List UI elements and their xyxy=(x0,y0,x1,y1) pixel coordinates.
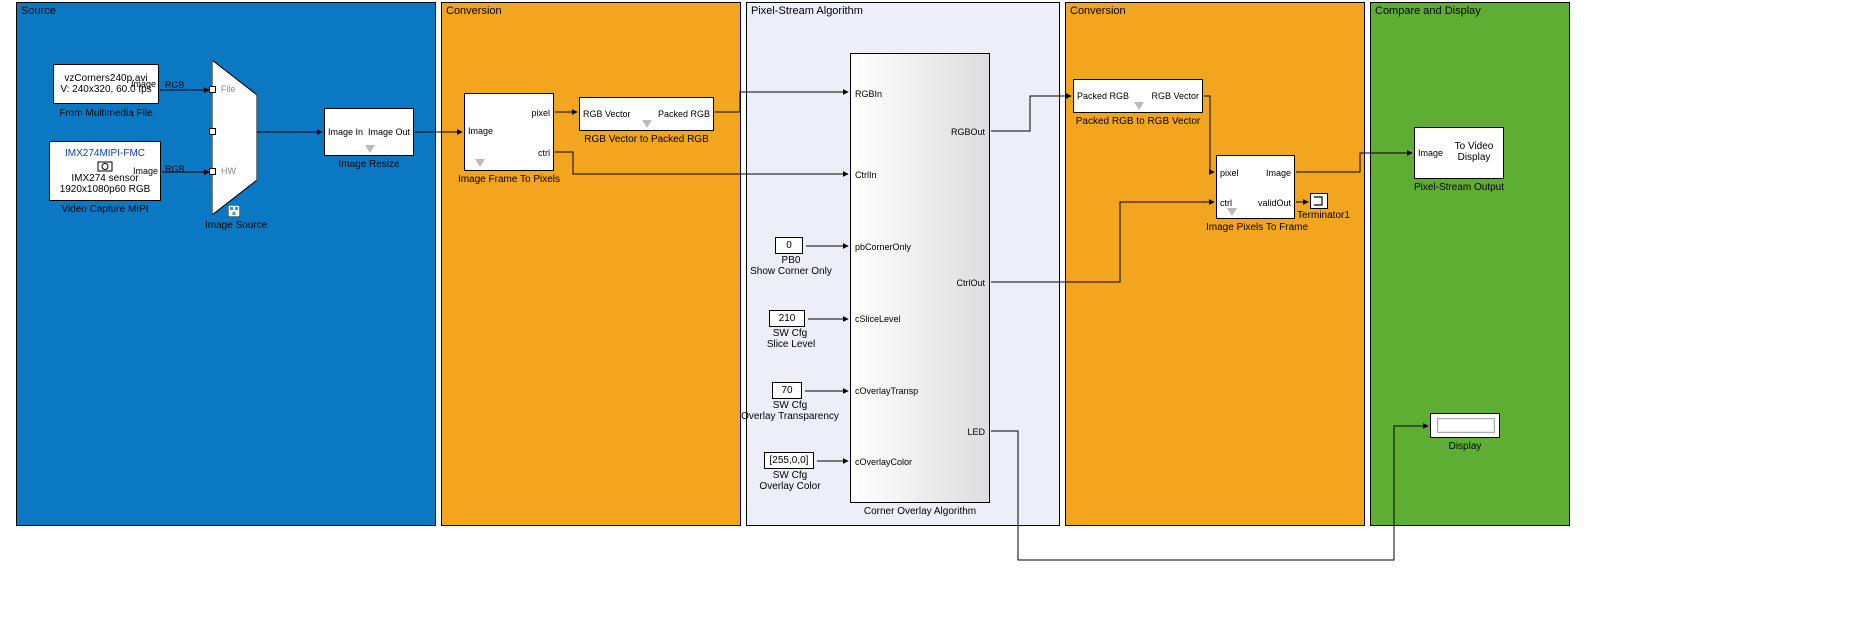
resize-caption: Image Resize xyxy=(324,159,414,170)
p2f-ctrl: ctrl xyxy=(1220,198,1232,208)
slice-cap2: Slice Level xyxy=(756,339,826,350)
rgb-vector-to-packed-block[interactable]: RGB Vector Packed RGB xyxy=(579,97,714,131)
region-conversion-1: Conversion xyxy=(441,2,741,526)
model-ref-icon xyxy=(228,205,240,217)
f2p-in-image: Image xyxy=(468,126,493,136)
tovideo-caption: Pixel-Stream Output xyxy=(1408,182,1510,193)
subsystem-arrow-icon xyxy=(1134,102,1144,110)
display-block[interactable] xyxy=(1430,413,1500,438)
resize-out: Image Out xyxy=(368,127,410,137)
algo-in-color: cOverlayColor xyxy=(855,457,912,467)
algo-out-ctrl: CtrlOut xyxy=(956,278,985,288)
algo-in-transp: cOverlayTransp xyxy=(855,386,918,396)
region-title-compare: Compare and Display xyxy=(1375,5,1481,17)
algo-caption: Corner Overlay Algorithm xyxy=(850,506,990,517)
mmfile-port-image: Image xyxy=(131,79,156,89)
switch-port-hw: HW xyxy=(221,166,236,176)
algo-out-rgb: RGBOut xyxy=(951,127,985,137)
rgbpack-caption: RGB Vector to Packed RGB xyxy=(579,134,714,145)
subsystem-arrow-icon xyxy=(475,159,485,167)
f2p-out-ctrl: ctrl xyxy=(538,148,550,158)
region-title-source: Source xyxy=(21,5,56,17)
pb0-constant[interactable]: 0 xyxy=(775,237,803,254)
subsystem-arrow-icon xyxy=(365,145,375,153)
transp-cap2: Overlay Transparency xyxy=(740,411,840,422)
image-frame-to-pixels-block[interactable]: Image pixel ctrl xyxy=(464,93,554,171)
mmfile-caption: From Multimedia File xyxy=(53,108,159,119)
camera-icon xyxy=(96,159,114,173)
corner-overlay-algorithm-block[interactable]: RGBIn CtrlIn pbCornerOnly cSliceLevel cO… xyxy=(850,53,990,503)
sig-rgb-1: RGB xyxy=(165,80,185,90)
color-cap2: Overlay Color xyxy=(752,481,828,492)
packed-rgb-to-rgb-vector-block[interactable]: Packed RGB RGB Vector xyxy=(1073,79,1203,113)
video-capture-mipi-block[interactable]: IMX274MIPI-FMC IMX274 sensor 1920x1080p6… xyxy=(49,141,161,201)
image-resize-block[interactable]: Image In Image Out xyxy=(324,108,414,156)
algo-in-rgb: RGBIn xyxy=(855,89,882,99)
algo-out-led: LED xyxy=(967,427,985,437)
from-multimedia-file-block[interactable]: vzCorners240p.avi V: 240x320, 60.0 fps I… xyxy=(53,64,159,104)
region-title-algo: Pixel-Stream Algorithm xyxy=(751,5,863,17)
slice-level-constant[interactable]: 210 xyxy=(769,310,805,327)
transp-cap1: SW Cfg xyxy=(760,400,820,411)
switch-port-file-dot xyxy=(209,86,216,93)
to-video-display-block[interactable]: Image To Video Display xyxy=(1414,127,1504,179)
tovideo-label: To Video Display xyxy=(1450,141,1498,163)
f2p-caption: Image Frame To Pixels xyxy=(454,174,564,185)
switch-center-dot xyxy=(209,128,216,135)
pb0-cap2: Show Corner Only xyxy=(746,266,836,277)
rgbpack-out: Packed RGB xyxy=(658,109,710,119)
region-title-conv2: Conversion xyxy=(1070,5,1126,17)
algo-in-ctrl: CtrlIn xyxy=(855,170,877,180)
color-cap1: SW Cfg xyxy=(760,470,820,481)
region-title-conv1: Conversion xyxy=(446,5,502,17)
subsystem-arrow-icon xyxy=(642,120,652,128)
p2f-image: Image xyxy=(1266,168,1291,178)
p2f-caption: Image Pixels To Frame xyxy=(1206,222,1306,233)
mipi-caption: Video Capture MIPI xyxy=(49,204,161,215)
algo-in-pb: pbCornerOnly xyxy=(855,242,911,252)
unpack-in: Packed RGB xyxy=(1077,91,1129,101)
image-source-switch-block[interactable]: File HW xyxy=(212,60,257,215)
pb0-cap1: PB0 xyxy=(756,255,826,266)
terminator-block[interactable] xyxy=(1310,193,1328,209)
switch-port-file: File xyxy=(221,84,236,94)
mipi-line3: 1920x1080p60 RGB xyxy=(60,184,151,195)
overlay-color-constant[interactable]: [255,0,0] xyxy=(764,452,814,469)
p2f-pixel: pixel xyxy=(1220,168,1239,178)
mipi-link[interactable]: IMX274MIPI-FMC xyxy=(65,148,145,159)
display-caption: Display xyxy=(1430,441,1500,452)
sig-rgb-2: RGB xyxy=(165,164,185,174)
slice-cap1: SW Cfg xyxy=(760,328,820,339)
switch-caption: Image Source xyxy=(205,220,265,231)
unpack-out: RGB Vector xyxy=(1151,91,1199,101)
subsystem-arrow-icon xyxy=(1227,208,1237,216)
switch-port-hw-dot xyxy=(209,168,216,175)
display-inner xyxy=(1437,418,1495,433)
rgbvec-in: RGB Vector xyxy=(583,109,631,119)
mipi-line2: IMX274 sensor xyxy=(71,173,138,184)
resize-in: Image In xyxy=(328,127,363,137)
mipi-port-image: Image xyxy=(133,166,158,176)
tovideo-port-image: Image xyxy=(1418,148,1443,158)
terminator-caption: Terminator1 xyxy=(1296,210,1351,221)
f2p-out-pixel: pixel xyxy=(531,108,550,118)
image-pixels-to-frame-block[interactable]: pixel ctrl Image validOut xyxy=(1216,155,1295,219)
p2f-valid: validOut xyxy=(1258,198,1291,208)
algo-in-slice: cSliceLevel xyxy=(855,314,901,324)
unpack-caption: Packed RGB to RGB Vector xyxy=(1068,116,1208,127)
overlay-transp-constant[interactable]: 70 xyxy=(772,382,802,399)
